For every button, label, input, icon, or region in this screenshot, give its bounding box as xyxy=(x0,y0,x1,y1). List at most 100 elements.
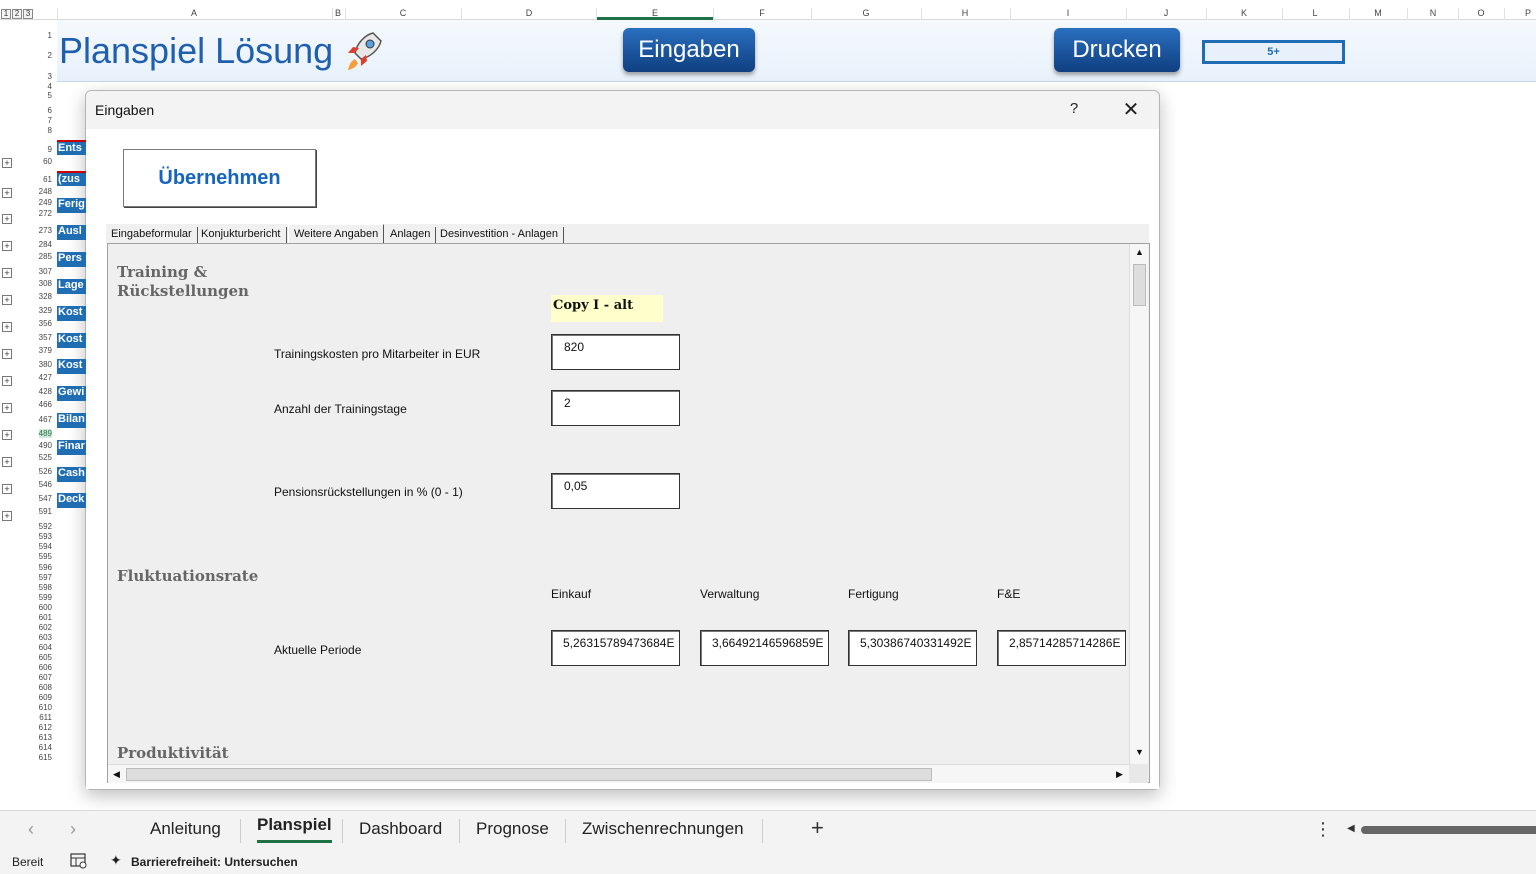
row-number[interactable]: 609 xyxy=(39,693,52,702)
tab-konjukturbericht[interactable]: Konjukturbericht xyxy=(196,227,287,243)
row-number[interactable]: 591 xyxy=(39,507,52,516)
column-letter-h[interactable]: H xyxy=(962,8,969,18)
column-letter-k[interactable]: K xyxy=(1241,8,1247,18)
row-number[interactable]: 467 xyxy=(39,415,52,424)
row-number[interactable]: 595 xyxy=(39,552,52,561)
outline-level-1[interactable]: 1 xyxy=(1,9,11,19)
row-number[interactable]: 307 xyxy=(39,267,52,276)
accessibility-icon[interactable]: ✦ xyxy=(110,852,122,869)
scroll-right-icon[interactable]: ▶ xyxy=(1111,765,1128,784)
row-number[interactable]: 427 xyxy=(39,373,52,382)
row-number[interactable]: 546 xyxy=(39,480,52,489)
row-number[interactable]: 7 xyxy=(48,116,52,125)
column-letter-j[interactable]: J xyxy=(1164,8,1169,18)
accessibility-status[interactable]: Barrierefreiheit: Untersuchen xyxy=(131,855,298,869)
sheet-scroll-thumb[interactable] xyxy=(1361,826,1536,834)
sheet-section-cell[interactable]: Lage xyxy=(57,279,86,294)
fluctuation-einkauf-field[interactable]: 5,26315789473684E xyxy=(551,630,680,666)
row-number[interactable]: 607 xyxy=(39,673,52,682)
sheet-section-cell[interactable]: Kost xyxy=(57,306,86,321)
column-letter-l[interactable]: L xyxy=(1312,8,1317,18)
sheet-section-cell[interactable]: Ausl xyxy=(57,225,86,240)
scroll-left-icon[interactable]: ◀ xyxy=(1347,823,1355,834)
column-letter-o[interactable]: O xyxy=(1477,8,1484,18)
row-number[interactable]: 613 xyxy=(39,733,52,742)
row-number[interactable]: 594 xyxy=(39,542,52,551)
row-number[interactable]: 526 xyxy=(39,467,52,476)
outline-level-3[interactable]: 3 xyxy=(23,9,33,19)
next-sheet-icon[interactable]: › xyxy=(70,819,76,840)
row-number[interactable]: 525 xyxy=(39,453,52,462)
sheet-section-cell[interactable]: Gewi xyxy=(57,386,86,401)
row-number[interactable]: 428 xyxy=(39,387,52,396)
column-letter-n[interactable]: N xyxy=(1430,8,1437,18)
row-number[interactable]: 4 xyxy=(48,82,52,91)
expand-group-icon[interactable]: + xyxy=(2,322,12,332)
column-letter-m[interactable]: M xyxy=(1374,8,1382,18)
tab-desinvestition-anlagen[interactable]: Desinvestition - Anlagen xyxy=(435,227,565,243)
row-number[interactable]: 9 xyxy=(48,145,52,154)
fluctuation-verwaltung-field[interactable]: 3,66492146596859E xyxy=(700,630,829,666)
tab-weitere-angaben[interactable]: Weitere Angaben xyxy=(288,224,385,244)
expand-group-icon[interactable]: + xyxy=(2,188,12,198)
row-number[interactable]: 612 xyxy=(39,723,52,732)
expand-group-icon[interactable]: + xyxy=(2,403,12,413)
row-number[interactable]: 329 xyxy=(39,306,52,315)
row-number[interactable]: 600 xyxy=(39,603,52,612)
row-number[interactable]: 5 xyxy=(48,91,52,100)
outline-level-2[interactable]: 2 xyxy=(12,9,22,19)
column-letter-c[interactable]: C xyxy=(400,8,407,18)
row-number[interactable]: 61 xyxy=(43,175,52,184)
column-letter-g[interactable]: G xyxy=(862,8,869,18)
help-button[interactable]: ? xyxy=(1064,100,1084,120)
add-sheet-button[interactable]: + xyxy=(811,815,824,841)
row-number[interactable]: 614 xyxy=(39,743,52,752)
sheet-tab-dashboard[interactable]: Dashboard xyxy=(359,819,442,845)
row-number[interactable]: 3 xyxy=(48,72,52,81)
expand-group-icon[interactable]: + xyxy=(2,511,12,521)
vertical-scrollbar[interactable]: ▲ ▼ xyxy=(1129,244,1148,764)
row-number[interactable]: 285 xyxy=(39,252,52,261)
tab-anlagen[interactable]: Anlagen xyxy=(385,227,437,243)
row-number[interactable]: 615 xyxy=(39,753,52,762)
pension-field[interactable]: 0,05 xyxy=(551,473,680,509)
expand-group-icon[interactable]: + xyxy=(2,295,12,305)
eingaben-button[interactable]: Eingaben xyxy=(623,28,755,72)
row-number[interactable]: 249 xyxy=(39,198,52,207)
row-number[interactable]: 602 xyxy=(39,623,52,632)
sheet-section-cell[interactable]: (zus xyxy=(57,171,86,186)
sheet-section-cell[interactable]: Bilan xyxy=(57,413,86,428)
training-days-field[interactable]: 2 xyxy=(551,390,680,426)
column-letter-i[interactable]: I xyxy=(1067,8,1070,18)
row-number[interactable]: 328 xyxy=(39,292,52,301)
sheet-section-cell[interactable]: Kost xyxy=(57,359,86,374)
apply-button[interactable]: Übernehmen xyxy=(123,149,316,207)
row-number[interactable]: 489 xyxy=(38,429,52,438)
expand-group-icon[interactable]: + xyxy=(2,158,12,168)
column-letter-f[interactable]: F xyxy=(759,8,765,18)
column-letter-b[interactable]: B xyxy=(335,8,341,18)
row-number[interactable]: 606 xyxy=(39,663,52,672)
column-letter-e[interactable]: E xyxy=(652,8,658,18)
row-number[interactable]: 596 xyxy=(39,563,52,572)
row-number[interactable]: 592 xyxy=(39,522,52,531)
vertical-scroll-thumb[interactable] xyxy=(1133,264,1146,306)
row-number[interactable]: 466 xyxy=(39,400,52,409)
sheet-section-cell[interactable]: Kost xyxy=(57,333,86,348)
horizontal-scroll-thumb[interactable] xyxy=(126,768,932,781)
sheet-section-cell[interactable]: Ferig xyxy=(57,198,86,213)
sheet-tab-anleitung[interactable]: Anleitung xyxy=(150,819,221,845)
row-number[interactable]: 604 xyxy=(39,643,52,652)
cell-mode-icon[interactable] xyxy=(70,853,88,869)
tab-eingabeformular[interactable]: Eingabeformular xyxy=(106,227,198,243)
row-number[interactable]: 593 xyxy=(39,532,52,541)
row-number[interactable]: 608 xyxy=(39,683,52,692)
fluctuation-fe-field[interactable]: 2,85714285714286E xyxy=(997,630,1126,666)
row-number[interactable]: 597 xyxy=(39,573,52,582)
scroll-left-icon[interactable]: ◀ xyxy=(108,765,125,784)
row-number[interactable]: 490 xyxy=(39,441,52,450)
row-number[interactable]: 547 xyxy=(39,494,52,503)
row-number[interactable]: 601 xyxy=(39,613,52,622)
scroll-down-icon[interactable]: ▼ xyxy=(1130,744,1149,761)
sheet-section-cell[interactable]: Cash xyxy=(57,467,86,482)
